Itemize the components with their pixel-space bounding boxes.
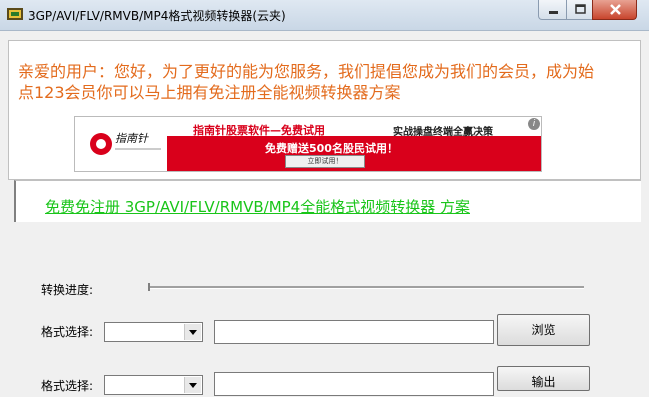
notice-text: 亲爱的用户：您好，为了更好的能为您服务，我们提倡您成为我们的会员，成为始点123… (18, 62, 595, 102)
input-path-field[interactable] (214, 320, 494, 344)
progress-bar (148, 286, 584, 289)
maximize-button[interactable] (566, 0, 593, 20)
output-button[interactable]: 输出 (497, 366, 590, 391)
banner-try-button[interactable]: 立即试用！ (285, 155, 365, 168)
window-title: 3GP/AVI/FLV/RMVB/MP4格式视频转换器(云夹) (28, 9, 286, 23)
minimize-button[interactable] (538, 0, 567, 20)
banner-headline: 指南针股票软件—免费试用 (193, 124, 325, 137)
chevron-down-icon (184, 324, 201, 340)
ad-info-icon[interactable]: i (528, 118, 540, 130)
format-select-2[interactable] (104, 375, 203, 395)
browse-button[interactable]: 浏览 (497, 314, 590, 346)
free-solution-link[interactable]: 免费免注册 3GP/AVI/FLV/RMVB/MP4全能格式视频转换器 方案 (45, 196, 470, 217)
banner-logo: 指南针 (75, 117, 167, 171)
format-select-1[interactable] (104, 322, 203, 342)
maximize-icon (575, 4, 586, 14)
minimize-icon (549, 11, 558, 14)
format-label-2: 格式选择: (41, 379, 94, 393)
title-bar[interactable]: 3GP/AVI/FLV/RMVB/MP4格式视频转换器(云夹) (0, 0, 649, 31)
close-button[interactable] (592, 0, 637, 20)
output-path-field[interactable] (214, 372, 494, 396)
banner-offer: 免费赠送500名股民试用！ (265, 142, 398, 155)
progress-label: 转换进度: (41, 283, 94, 297)
format-label-1: 格式选择: (41, 325, 94, 339)
ad-banner[interactable]: 指南针 指南针股票软件—免费试用 实战操盘终端全赢决策 免费赠送500名股民试用… (74, 116, 542, 172)
app-icon (7, 8, 23, 20)
progress-slider-thumb (148, 283, 150, 291)
svg-text:指南针: 指南针 (115, 132, 149, 145)
close-icon (610, 4, 621, 15)
banner-slogan: 实战操盘终端全赢决策 (393, 127, 493, 138)
